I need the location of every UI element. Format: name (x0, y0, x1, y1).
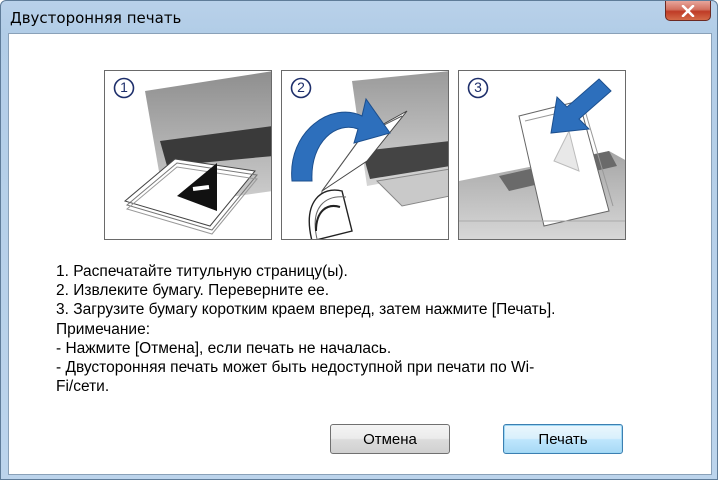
note-line: Fi/сети. (56, 378, 110, 396)
down-arrow-icon (550, 78, 612, 134)
title-bar[interactable]: Двусторонняя печать (1, 1, 717, 35)
window-title: Двусторонняя печать (10, 9, 182, 27)
cancel-button[interactable]: Отмена (330, 424, 450, 454)
close-icon (681, 4, 695, 17)
instruction-illustration: 1 2 3 (104, 70, 626, 240)
close-button[interactable] (665, 1, 711, 21)
step-1-number: 1 (120, 79, 128, 95)
instruction-line: 3. Загрузите бумагу коротким краем впере… (56, 301, 556, 319)
instruction-line: 1. Распечатайте титульную страницу(ы). (56, 263, 348, 280)
step-3-panel: 3 (458, 70, 626, 240)
instruction-line: 2. Извлеките бумагу. Переверните ее. (56, 282, 330, 300)
note-line: - Нажмите [Отмена], если печать не начал… (56, 339, 392, 357)
dialog-content: 1 2 3 1. Распечатайте титульную страницу… (8, 33, 712, 475)
note-heading: Примечание: (56, 320, 151, 338)
print-button[interactable]: Печать (503, 424, 623, 454)
step-2-number: 2 (297, 79, 305, 95)
step-2-panel: 2 (281, 70, 449, 240)
note-line: - Двусторонняя печать может быть недосту… (56, 359, 535, 377)
step-1-panel: 1 (104, 70, 272, 240)
dialog-window: Двусторонняя печать 1 2 3 1. Распечатайт… (0, 0, 718, 480)
step-3-number: 3 (474, 79, 482, 95)
instructions-text: 1. Распечатайте титульную страницу(ы). 2… (56, 262, 676, 396)
